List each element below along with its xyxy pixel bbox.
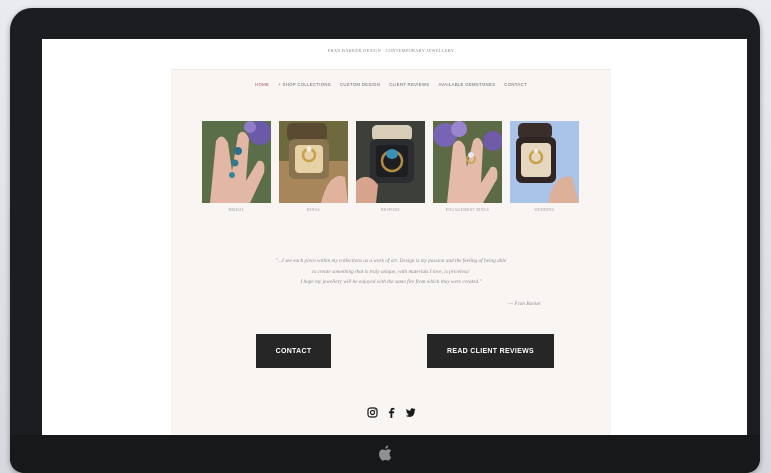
gallery-item-rings[interactable]: RINGS <box>279 121 348 212</box>
read-client-reviews-button[interactable]: READ CLIENT REVIEWS <box>427 334 554 368</box>
quote-line: I hope my jewellery will be enjoyed with… <box>300 279 482 285</box>
facebook-icon[interactable] <box>386 405 397 418</box>
nav-item-client-reviews[interactable]: CLIENT REVIEWS <box>389 82 429 87</box>
gallery-item-bridal[interactable]: BRIDAL <box>202 121 271 212</box>
social-links <box>171 405 611 418</box>
gallery-item-bespoke[interactable]: BESPOKE <box>356 121 425 212</box>
quote-line: "...I see each piece within my collectio… <box>275 258 507 264</box>
website-page: FRAN BARKER DESIGN · CONTEMPORARY JEWELL… <box>171 39 611 436</box>
quote-attribution: — Fran Barker <box>508 301 541 307</box>
designer-quote: "...I see each piece within my collectio… <box>231 256 551 288</box>
nav-item-home[interactable]: HOME <box>255 82 269 87</box>
nav-item-shop-collections[interactable]: + SHOP COLLECTIONS <box>278 82 331 87</box>
nav-item-custom-design[interactable]: CUSTOM DESIGN <box>340 82 380 87</box>
main-navigation: HOME + SHOP COLLECTIONS CUSTOM DESIGN CL… <box>171 82 611 87</box>
monitor-frame: FRAN BARKER DESIGN · CONTEMPORARY JEWELL… <box>10 8 760 473</box>
gallery-caption: ENGAGEMENT RINGS <box>445 208 490 212</box>
browser-screen: FRAN BARKER DESIGN · CONTEMPORARY JEWELL… <box>42 39 747 436</box>
nav-item-available-gemstones[interactable]: AVAILABLE GEMSTONES <box>438 82 495 87</box>
monitor-chin <box>10 435 760 473</box>
collection-gallery: BRIDAL RINGS BESPOKE ENGAGEMENT RINGS WE… <box>202 121 579 212</box>
gallery-item-engagement-rings[interactable]: ENGAGEMENT RINGS <box>433 121 502 212</box>
gallery-image[interactable] <box>510 121 579 203</box>
instagram-icon[interactable] <box>366 405 378 418</box>
gallery-caption: BRIDAL <box>228 208 245 212</box>
contact-button[interactable]: CONTACT <box>256 334 331 368</box>
nav-item-contact[interactable]: CONTACT <box>504 82 527 87</box>
site-topbar: FRAN BARKER DESIGN · CONTEMPORARY JEWELL… <box>171 39 611 70</box>
gallery-caption: BESPOKE <box>381 208 400 212</box>
apple-logo-icon <box>378 445 392 461</box>
gallery-image[interactable] <box>279 121 348 203</box>
gallery-caption: RINGS <box>307 208 320 212</box>
gallery-image[interactable] <box>433 121 502 203</box>
quote-line: to create something that is truly unique… <box>312 268 470 275</box>
gallery-image[interactable] <box>356 121 425 203</box>
twitter-icon[interactable] <box>405 405 416 417</box>
site-tagline: FRAN BARKER DESIGN · CONTEMPORARY JEWELL… <box>327 48 455 53</box>
gallery-image[interactable] <box>202 121 271 203</box>
gallery-caption: WEDDING <box>534 208 555 212</box>
gallery-item-wedding[interactable]: WEDDING <box>510 121 579 212</box>
